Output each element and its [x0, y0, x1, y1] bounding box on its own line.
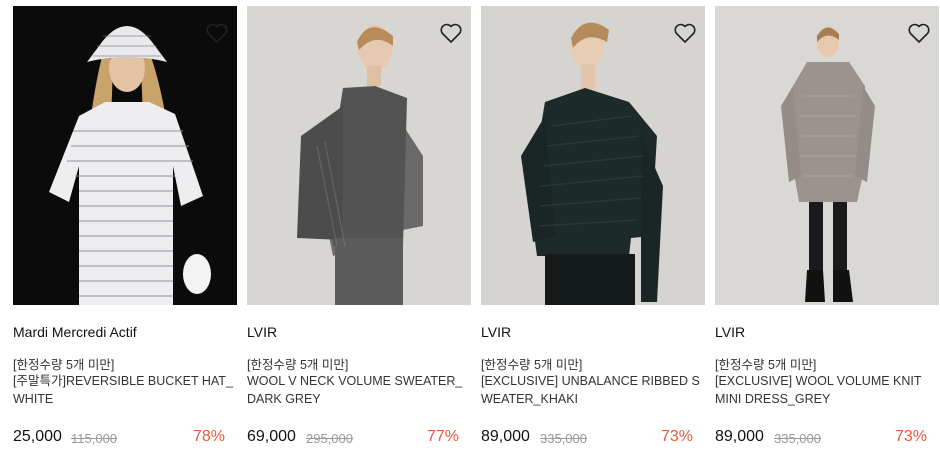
product-card[interactable]: LVIR [한정수량 5개 미만] [EXCLUSIVE] UNBALANCE …	[481, 6, 705, 456]
heart-outline-icon[interactable]	[439, 22, 463, 44]
product-brand[interactable]: LVIR	[247, 324, 277, 340]
sale-price: 89,000	[481, 428, 530, 445]
discount-rate: 73%	[894, 428, 927, 445]
sale-price: 25,000	[13, 428, 62, 445]
product-card[interactable]: LVIR [한정수량 5개 미만] [EXCLUSIVE] WOOL VOLUM…	[715, 6, 939, 456]
stock-tag: [한정수량 5개 미만]	[715, 358, 817, 372]
heart-outline-icon[interactable]	[205, 22, 229, 44]
price-row: 25,000 115,000 78%	[13, 428, 237, 450]
product-photo	[481, 6, 705, 305]
original-price: 335,000	[540, 431, 587, 446]
stock-tag: [한정수량 5개 미만]	[247, 358, 349, 372]
stock-tag: [한정수량 5개 미만]	[13, 358, 115, 372]
discount-rate: 73%	[660, 428, 693, 445]
product-card[interactable]: Mardi Mercredi Actif [한정수량 5개 미만] [주말특가]…	[13, 6, 237, 456]
original-price: 335,000	[774, 431, 821, 446]
product-photo	[247, 6, 471, 305]
product-name[interactable]: [EXCLUSIVE] UNBALANCE RIBBED SWEATER_KHA…	[481, 372, 701, 408]
price-row: 69,000 295,000 77%	[247, 428, 471, 450]
product-name[interactable]: WOOL V NECK VOLUME SWEATER_DARK GREY	[247, 372, 467, 408]
product-brand[interactable]: LVIR	[481, 324, 511, 340]
product-grid: Mardi Mercredi Actif [한정수량 5개 미만] [주말특가]…	[0, 0, 940, 462]
original-price: 295,000	[306, 431, 353, 446]
discount-rate: 77%	[426, 428, 459, 445]
sale-price: 69,000	[247, 428, 296, 445]
price-row: 89,000 335,000 73%	[481, 428, 705, 450]
original-price: 115,000	[71, 431, 118, 446]
stock-tag: [한정수량 5개 미만]	[481, 358, 583, 372]
heart-outline-icon[interactable]	[907, 22, 931, 44]
product-image[interactable]	[247, 6, 471, 305]
product-name[interactable]: [주말특가]REVERSIBLE BUCKET HAT_WHITE	[13, 372, 233, 408]
product-photo	[715, 6, 939, 305]
discount-rate: 78%	[192, 428, 225, 445]
product-card[interactable]: LVIR [한정수량 5개 미만] WOOL V NECK VOLUME SWE…	[247, 6, 471, 456]
price-row: 89,000 335,000 73%	[715, 428, 939, 450]
product-brand[interactable]: Mardi Mercredi Actif	[13, 324, 137, 340]
product-name[interactable]: [EXCLUSIVE] WOOL VOLUME KNIT MINI DRESS_…	[715, 372, 935, 408]
product-photo	[13, 6, 237, 305]
product-image[interactable]	[481, 6, 705, 305]
product-brand[interactable]: LVIR	[715, 324, 745, 340]
heart-outline-icon[interactable]	[673, 22, 697, 44]
product-image[interactable]	[715, 6, 939, 305]
product-image[interactable]	[13, 6, 237, 305]
sale-price: 89,000	[715, 428, 764, 445]
